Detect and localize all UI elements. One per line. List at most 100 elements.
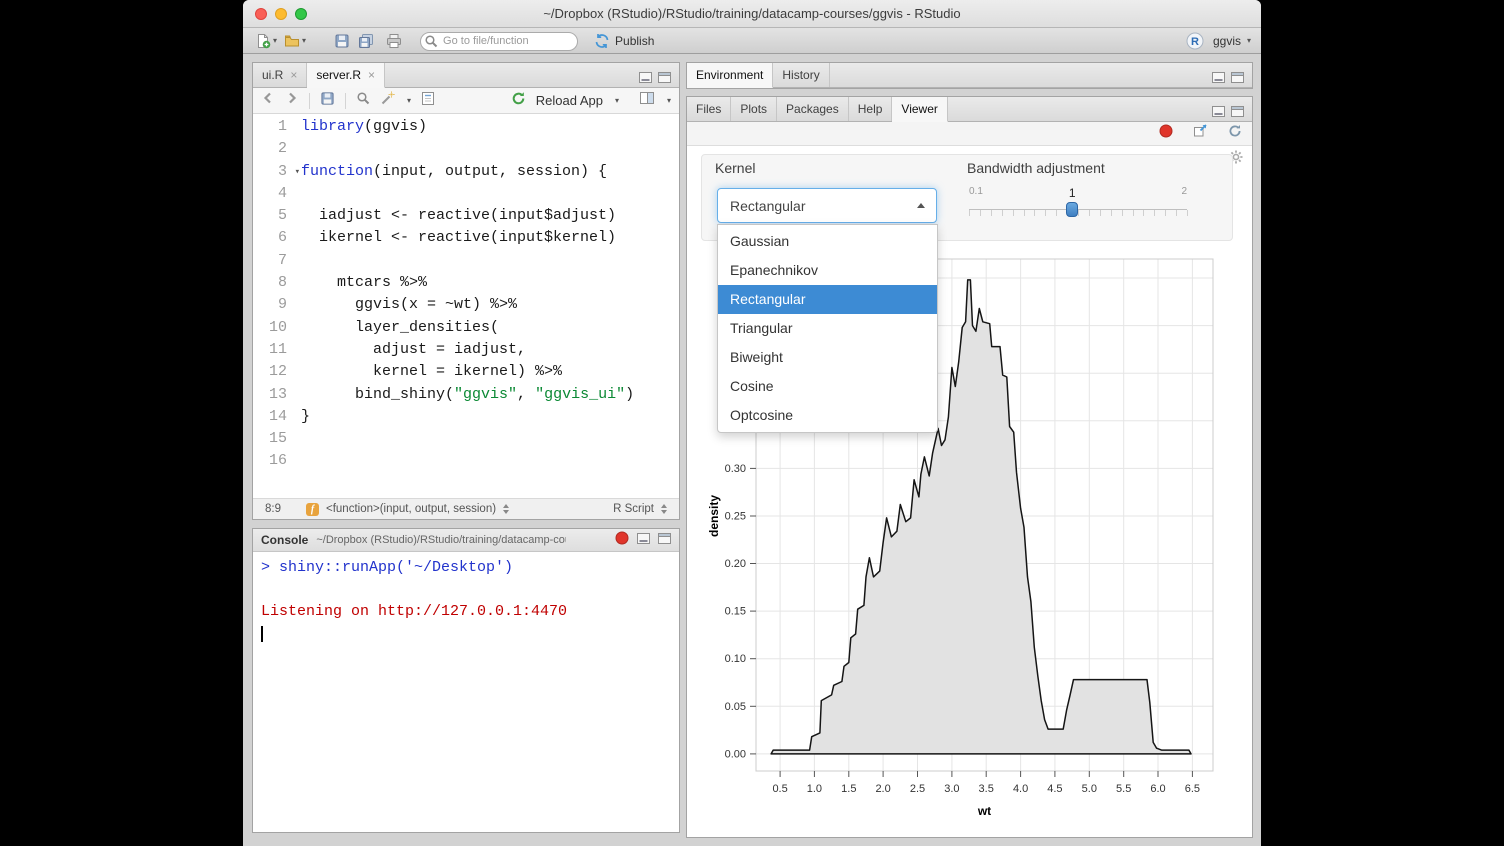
back-icon[interactable]	[261, 91, 275, 110]
svg-text:0.30: 0.30	[725, 463, 746, 475]
line-number: 5	[253, 205, 301, 227]
function-icon: f	[306, 503, 319, 516]
window-title: ~/Dropbox (RStudio)/RStudio/training/dat…	[243, 0, 1261, 27]
save-icon[interactable]	[334, 33, 350, 49]
line-number: 7	[253, 250, 301, 272]
stop-icon[interactable]	[615, 531, 629, 550]
save-all-icon[interactable]	[358, 33, 374, 49]
kernel-option-triangular[interactable]: Triangular	[718, 314, 937, 343]
code-line	[301, 428, 679, 450]
reload-app-caret-icon[interactable]: ▾	[615, 97, 619, 105]
console-body[interactable]: > shiny::runApp('~/Desktop') Listening o…	[253, 552, 679, 647]
preview-pane-caret-icon[interactable]: ▾	[667, 97, 671, 105]
slider-tick	[1133, 210, 1134, 216]
minimize-pane-icon[interactable]	[1212, 104, 1225, 122]
line-number: 2	[253, 138, 301, 160]
kernel-option-rectangular[interactable]: Rectangular	[718, 285, 937, 314]
stop-app-button[interactable]	[1159, 124, 1173, 143]
environment-pane: Environment History	[686, 62, 1253, 89]
reload-app-icon[interactable]	[511, 91, 526, 111]
tab-viewer[interactable]: Viewer	[892, 97, 947, 122]
code-tools-wand-icon[interactable]	[380, 91, 395, 111]
maximize-pane-icon[interactable]	[658, 70, 671, 88]
close-tab-icon[interactable]: ×	[368, 68, 375, 82]
open-in-browser-icon[interactable]	[1193, 124, 1208, 143]
new-file-icon[interactable]	[255, 33, 271, 49]
viewer-content: Kernel Rectangular GaussianEpanechnikovR…	[687, 146, 1252, 837]
code-editor[interactable]: 123▾45678910111213141516 library(ggvis) …	[253, 114, 679, 498]
open-recent-caret-icon[interactable]: ▾	[302, 37, 306, 45]
new-file-caret-icon[interactable]: ▾	[273, 37, 277, 45]
environment-pane-buttons	[1212, 70, 1244, 88]
minimize-button[interactable]	[275, 8, 287, 20]
maximize-pane-icon[interactable]	[658, 531, 671, 549]
publish-button[interactable]: Publish	[615, 34, 654, 48]
svg-text:2.0: 2.0	[875, 783, 890, 795]
editor-toolbar: ▾ Reload App ▾ ▾	[253, 88, 679, 114]
kernel-option-biweight[interactable]: Biweight	[718, 343, 937, 372]
kernel-select[interactable]: Rectangular	[717, 188, 937, 223]
tab-packages[interactable]: Packages	[777, 97, 849, 121]
minimize-pane-icon[interactable]	[637, 531, 650, 549]
refresh-icon[interactable]	[1228, 124, 1242, 143]
publish-icon[interactable]	[594, 33, 610, 49]
maximize-pane-icon[interactable]	[1231, 70, 1244, 88]
print-icon[interactable]	[386, 33, 402, 49]
close-tab-icon[interactable]: ×	[290, 68, 297, 82]
minimize-pane-icon[interactable]	[639, 70, 652, 88]
line-number: 3▾	[253, 161, 301, 183]
zoom-button[interactable]	[295, 8, 307, 20]
slider-handle[interactable]	[1066, 202, 1078, 217]
reload-app-button[interactable]: Reload App	[536, 93, 603, 108]
preview-pane-icon[interactable]	[639, 91, 655, 110]
tab-label: Help	[858, 102, 883, 116]
search-icon	[424, 34, 438, 48]
tab-ui-r[interactable]: ui.R ×	[253, 63, 307, 87]
file-type-selector[interactable]: R Script	[613, 503, 654, 515]
bandwidth-slider[interactable]: 0.1 1 2	[969, 186, 1187, 222]
compile-report-icon[interactable]	[421, 91, 435, 111]
tab-plots[interactable]: Plots	[731, 97, 777, 121]
tab-help[interactable]: Help	[849, 97, 893, 121]
svg-text:3.5: 3.5	[979, 783, 994, 795]
svg-text:0.20: 0.20	[725, 558, 746, 570]
console-header-buttons	[615, 531, 671, 550]
line-number: 4	[253, 183, 301, 205]
kernel-option-optcosine[interactable]: Optcosine	[718, 401, 937, 430]
main-toolbar: ▾ ▾ Publish R ggvis ▾	[243, 28, 1261, 54]
forward-icon[interactable]	[285, 91, 299, 110]
tab-history[interactable]: History	[773, 63, 829, 87]
code-line: bind_shiny("ggvis", "ggvis_ui")	[301, 384, 679, 406]
files-pane-buttons	[1212, 104, 1244, 122]
line-number: 8	[253, 272, 301, 294]
kernel-dropdown-menu: GaussianEpanechnikovRectangularTriangula…	[717, 224, 938, 433]
maximize-pane-icon[interactable]	[1231, 104, 1244, 122]
save-icon[interactable]	[320, 91, 335, 111]
kernel-option-epanechnikov[interactable]: Epanechnikov	[718, 256, 937, 285]
tab-server-r[interactable]: server.R ×	[307, 63, 385, 88]
kernel-label: Kernel	[715, 160, 755, 176]
tab-label: server.R	[316, 68, 361, 82]
kernel-option-cosine[interactable]: Cosine	[718, 372, 937, 401]
minimize-pane-icon[interactable]	[1212, 70, 1225, 88]
console-caret[interactable]	[261, 626, 263, 642]
slider-tick	[1165, 210, 1166, 216]
find-replace-icon[interactable]	[356, 91, 370, 110]
goto-file-input[interactable]	[420, 32, 578, 51]
console-tab-label[interactable]: Console	[261, 533, 308, 547]
fold-arrow-icon[interactable]: ▾	[295, 161, 300, 183]
source-pane: ui.R × server.R × ▾ Reload App ▾	[252, 62, 680, 520]
code-line: layer_densities(	[301, 317, 679, 339]
svg-text:3.0: 3.0	[944, 783, 959, 795]
project-chooser[interactable]: R ggvis ▾	[1186, 32, 1251, 50]
kernel-option-gaussian[interactable]: Gaussian	[718, 227, 937, 256]
open-file-icon[interactable]	[284, 33, 300, 49]
slider-tick	[1002, 210, 1003, 216]
code-tools-caret-icon[interactable]: ▾	[407, 97, 411, 105]
function-context-selector[interactable]: <function>(input, output, session)	[326, 503, 496, 515]
close-button[interactable]	[255, 8, 267, 20]
source-pane-buttons	[639, 70, 671, 88]
tab-environment[interactable]: Environment	[687, 63, 773, 88]
line-number: 6	[253, 227, 301, 249]
tab-files[interactable]: Files	[687, 97, 731, 121]
